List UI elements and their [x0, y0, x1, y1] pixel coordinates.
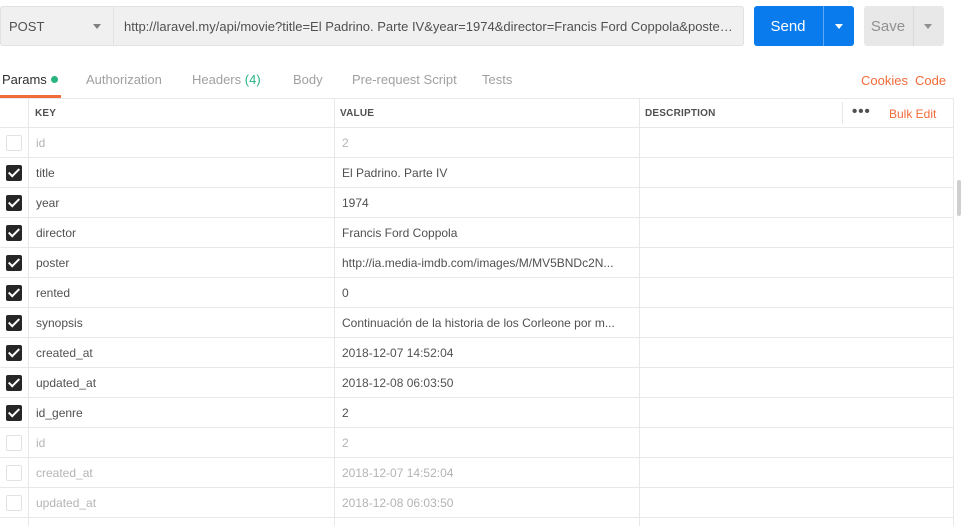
- cookies-link[interactable]: Cookies: [861, 73, 908, 88]
- table-row: year 1974: [0, 188, 954, 218]
- checkbox-unchecked-icon[interactable]: [6, 465, 22, 481]
- param-value-cell[interactable]: Francis Ford Coppola: [342, 226, 632, 240]
- param-value-cell[interactable]: 2018-12-07 14:52:04: [342, 466, 632, 480]
- checkbox-checked-icon[interactable]: [6, 405, 22, 421]
- checkbox-checked-icon[interactable]: [6, 375, 22, 391]
- params-status-dot-icon: [50, 76, 58, 83]
- headers-count: (4): [244, 72, 261, 87]
- param-value-cell[interactable]: 2018-12-07 14:52:04: [342, 346, 632, 360]
- save-button[interactable]: Save: [864, 6, 944, 46]
- chevron-down-icon: [93, 24, 101, 29]
- header-divider: [842, 102, 843, 124]
- tab-label: Headers: [192, 72, 242, 87]
- send-button[interactable]: Send: [754, 6, 854, 46]
- chevron-down-icon: [835, 24, 843, 29]
- param-value-cell[interactable]: 0: [342, 286, 632, 300]
- checkbox-checked-icon[interactable]: [6, 315, 22, 331]
- table-row: created_at 2018-12-07 14:52:04: [0, 338, 954, 368]
- column-header-value: VALUE: [340, 108, 375, 119]
- table-row: title El Padrino. Parte IV: [0, 158, 954, 188]
- table-row: poster http://ia.media-imdb.com/images/M/…: [0, 248, 954, 278]
- param-value-cell[interactable]: 2: [342, 136, 632, 150]
- param-key-cell[interactable]: created_at: [36, 466, 326, 480]
- param-key-cell[interactable]: created_at: [36, 346, 326, 360]
- tab-label: Authorization: [86, 72, 162, 87]
- param-key-cell[interactable]: poster: [36, 256, 326, 270]
- param-key-cell[interactable]: title: [36, 166, 326, 180]
- tab-label: Body: [293, 72, 323, 87]
- table-row: created_at 2018-12-07 14:52:04: [0, 458, 954, 488]
- url-input[interactable]: http://laravel.my/api/movie?title=El Pad…: [113, 6, 744, 46]
- table-row: updated_at 2018-12-08 06:03:50: [0, 488, 954, 518]
- param-value-cell[interactable]: http://ia.media-imdb.com/images/M/MV5BND…: [342, 256, 632, 270]
- table-row: synopsis Continuación de la historia de l…: [0, 308, 954, 338]
- tab-params[interactable]: Params: [2, 72, 58, 87]
- checkbox-unchecked-icon[interactable]: [6, 135, 22, 151]
- checkbox-checked-icon[interactable]: [6, 285, 22, 301]
- param-key-cell[interactable]: year: [36, 196, 326, 210]
- checkbox-unchecked-icon[interactable]: [6, 435, 22, 451]
- param-value-cell[interactable]: 2: [342, 436, 632, 450]
- save-options-button[interactable]: [914, 6, 944, 46]
- table-header: KEY VALUE DESCRIPTION ••• Bulk Edit: [0, 98, 954, 128]
- table-row: id 2: [0, 428, 954, 458]
- param-value-cell[interactable]: 2018-12-08 06:03:50: [342, 376, 632, 390]
- tab-label: Pre-request Script: [352, 72, 457, 87]
- checkbox-checked-icon[interactable]: [6, 225, 22, 241]
- chevron-down-icon: [924, 24, 932, 29]
- send-options-button[interactable]: [824, 6, 854, 46]
- more-options-icon[interactable]: •••: [852, 103, 871, 120]
- table-row: director Francis Ford Coppola: [0, 218, 954, 248]
- table-row: id_genre 2: [0, 398, 954, 428]
- tab-label: Tests: [482, 72, 513, 87]
- method-label: POST: [9, 18, 45, 34]
- checkbox-checked-icon[interactable]: [6, 165, 22, 181]
- tab-body[interactable]: Body: [293, 72, 323, 87]
- param-key-cell[interactable]: updated_at: [36, 496, 326, 510]
- param-key-cell[interactable]: updated_at: [36, 376, 326, 390]
- param-value-cell[interactable]: 2: [342, 406, 632, 420]
- table-row: rented 0: [0, 278, 954, 308]
- tab-tests[interactable]: Tests: [482, 72, 512, 87]
- param-key-cell[interactable]: synopsis: [36, 316, 326, 330]
- tab-label: Params: [2, 72, 47, 87]
- request-tabs: Params Authorization Headers (4) Body Pr…: [0, 62, 962, 98]
- param-value-cell[interactable]: 1974: [342, 196, 632, 210]
- checkbox-unchecked-icon[interactable]: [6, 495, 22, 511]
- param-key-cell[interactable]: id: [36, 436, 326, 450]
- checkbox-checked-icon[interactable]: [6, 345, 22, 361]
- tab-authorization[interactable]: Authorization: [86, 72, 162, 87]
- param-key-cell[interactable]: director: [36, 226, 326, 240]
- checkbox-checked-icon[interactable]: [6, 195, 22, 211]
- save-label: Save: [870, 17, 906, 35]
- url-text: http://laravel.my/api/movie?title=El Pad…: [124, 18, 733, 34]
- send-label: Send: [770, 17, 806, 35]
- code-link[interactable]: Code: [915, 73, 946, 88]
- param-key-cell[interactable]: rented: [36, 286, 326, 300]
- bulk-edit-link[interactable]: Bulk Edit: [889, 107, 936, 121]
- tab-headers[interactable]: Headers (4): [192, 72, 261, 87]
- table-row: id 2: [0, 128, 954, 158]
- checkbox-checked-icon[interactable]: [6, 255, 22, 271]
- param-key-cell[interactable]: id_genre: [36, 406, 326, 420]
- tab-pre-request-script[interactable]: Pre-request Script: [352, 72, 457, 87]
- column-header-description: DESCRIPTION: [645, 108, 716, 119]
- scrollbar[interactable]: [957, 180, 961, 216]
- param-key-cell[interactable]: id: [36, 136, 326, 150]
- param-value-cell[interactable]: 2018-12-08 06:03:50: [342, 496, 632, 510]
- param-value-cell[interactable]: El Padrino. Parte IV: [342, 166, 632, 180]
- method-select[interactable]: POST: [0, 6, 113, 46]
- table-row: updated_at 2018-12-08 06:03:50: [0, 368, 954, 398]
- column-header-key: KEY: [35, 108, 57, 119]
- param-value-cell[interactable]: Continuación de la historia de los Corle…: [342, 316, 632, 330]
